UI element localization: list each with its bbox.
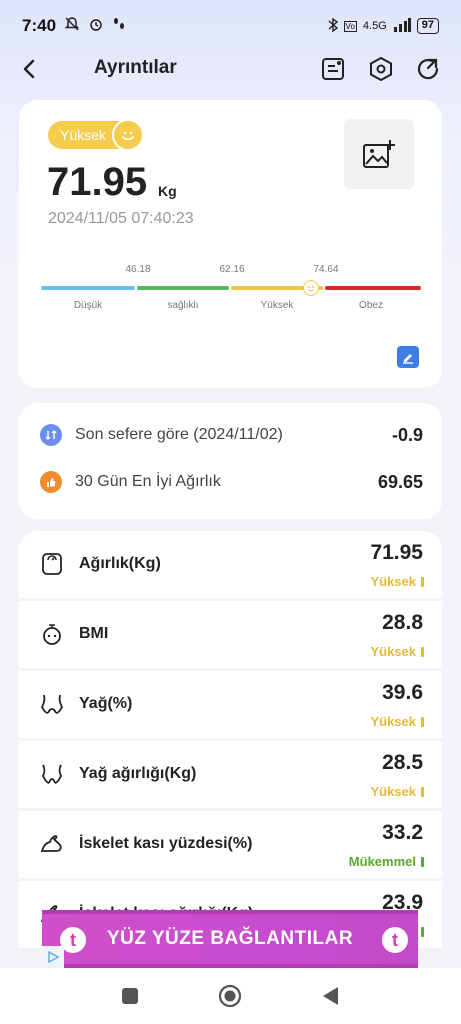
scale-label: Obez (359, 300, 383, 311)
status-indicator (421, 647, 424, 657)
status-time: 7:40 (22, 16, 57, 35)
metric-row-fat[interactable]: Yağ(%) 39.6 Yüksek (19, 671, 442, 738)
metric-status: Yüksek (370, 714, 416, 729)
report-icon (322, 58, 344, 80)
metrics-list: Ağırlık(Kg) 71.95 Yüksek BMI 28.8 Yüksek… (19, 531, 442, 971)
status-bar: 7:40 Vo 4.5G 97 (0, 0, 461, 52)
metric-value: 28.5 (382, 751, 423, 774)
status-indicator (421, 577, 424, 587)
badge-label: Yüksek (60, 127, 106, 143)
ad-text: YÜZ YÜZE BAĞLANTILAR (106, 928, 354, 949)
scale-tick: 74.64 (313, 264, 339, 275)
scale-tick: 46.18 (125, 264, 151, 275)
metric-value: 33.2 (382, 821, 423, 844)
scale-label: sağlıklı (167, 300, 199, 311)
measurement-datetime: 2024/11/05 07:40:23 (48, 210, 194, 227)
status-indicator (421, 857, 424, 867)
metric-row-skeletal-muscle-pct[interactable]: İskelet kası yüzdesi(%) 33.2 Mükemmel (19, 811, 442, 878)
compare-icon (40, 424, 62, 446)
body-fat-icon (40, 694, 64, 714)
smiley-icon (111, 119, 144, 151)
comparison-row-last[interactable]: Son sefere göre (2024/11/02) -0.9 (19, 415, 442, 455)
metric-value: 39.6 (382, 681, 423, 704)
metric-row-bmi[interactable]: BMI 28.8 Yüksek (19, 601, 442, 668)
scale-segment-obese (325, 286, 421, 290)
share-button[interactable] (413, 54, 443, 84)
status-indicator (421, 717, 424, 727)
metric-row-weight[interactable]: Ağırlık(Kg) 71.95 Yüksek (19, 531, 442, 598)
status-indicator (421, 787, 424, 797)
metric-label: BMI (79, 625, 109, 642)
metric-status: Mükemmel (348, 854, 416, 869)
signal-icon (393, 17, 411, 35)
bmi-icon (43, 624, 61, 645)
weight-unit: Kg (158, 183, 177, 199)
comparison-label: Son sefere göre (2024/11/02) (75, 426, 283, 443)
metric-value: 71.95 (370, 541, 423, 564)
pencil-icon (403, 354, 413, 364)
muscle-icon (40, 835, 62, 852)
metric-label: İskelet kası yüzdesi(%) (79, 835, 253, 852)
status-badge: Yüksek (48, 119, 144, 151)
scale-label: Yüksek (260, 300, 294, 311)
metric-status: Yüksek (370, 574, 416, 589)
battery-indicator: 97 (416, 18, 439, 34)
metric-label: Yağ ağırlığı(Kg) (79, 765, 197, 782)
volte-icon: Vo (343, 20, 357, 32)
network-label: 4.5G (362, 20, 387, 32)
edit-button[interactable] (397, 346, 419, 368)
scale-icon (42, 553, 62, 575)
back-nav-button[interactable] (318, 984, 342, 1008)
thumbs-up-icon (40, 471, 62, 493)
app-header: Ayrıntılar (0, 48, 461, 90)
weight-scale-bar: 46.18 62.16 74.64 Düşük sağlıklı Yüksek … (41, 260, 421, 320)
add-photo-button[interactable] (344, 119, 414, 189)
comparison-value: -0.9 (391, 424, 423, 445)
alarm-icon (88, 16, 104, 37)
hexagon-settings-icon (370, 56, 392, 82)
add-image-icon (363, 140, 395, 168)
metric-row-fat-weight[interactable]: Yağ ağırlığı(Kg) 28.5 Yüksek (19, 741, 442, 808)
comparison-value: 69.65 (377, 471, 423, 492)
footsteps-icon (112, 16, 126, 37)
ad-banner[interactable]: t YÜZ YÜZE BAĞLANTILAR t (42, 910, 418, 968)
comparison-card: Son sefere göre (2024/11/02) -0.9 30 Gün… (19, 403, 442, 519)
metric-status: Yüksek (370, 784, 416, 799)
chevron-left-icon (23, 59, 35, 79)
back-button[interactable] (14, 54, 44, 84)
home-circle-icon (218, 984, 242, 1008)
metric-value: 28.8 (382, 611, 423, 634)
home-button[interactable] (218, 984, 242, 1008)
scale-label: Düşük (73, 300, 103, 311)
settings-button[interactable] (366, 54, 396, 84)
mute-bell-icon (64, 16, 80, 37)
status-indicator (421, 927, 424, 937)
metric-label: Ağırlık(Kg) (79, 555, 161, 572)
scale-segment-healthy (137, 286, 229, 290)
metric-status: Yüksek (370, 644, 416, 659)
fat-weight-icon (41, 764, 63, 784)
ad-choices-button[interactable] (42, 946, 64, 968)
weight-value: 71.95 (47, 160, 148, 204)
triangle-back-icon (323, 987, 338, 1005)
share-icon (417, 58, 439, 80)
summary-card: Yüksek 71.95 Kg 2024/11/05 07:40:23 46.1… (19, 100, 442, 388)
system-nav-bar (0, 968, 461, 1024)
bluetooth-icon (328, 17, 338, 36)
scale-segment-low (41, 286, 135, 290)
report-button[interactable] (318, 54, 348, 84)
scale-tick: 62.16 (219, 264, 245, 275)
recents-button[interactable] (118, 984, 142, 1008)
metric-label: Yağ(%) (79, 695, 133, 712)
page-title: Ayrıntılar (94, 57, 177, 78)
ad-logo-icon: t (382, 927, 408, 953)
ad-choices-icon (48, 951, 59, 963)
square-icon (122, 988, 138, 1004)
comparison-row-best[interactable]: 30 Gün En İyi Ağırlık 69.65 (19, 462, 442, 502)
comparison-label: 30 Gün En İyi Ağırlık (75, 473, 221, 490)
scale-marker-smiley-icon (303, 280, 319, 296)
